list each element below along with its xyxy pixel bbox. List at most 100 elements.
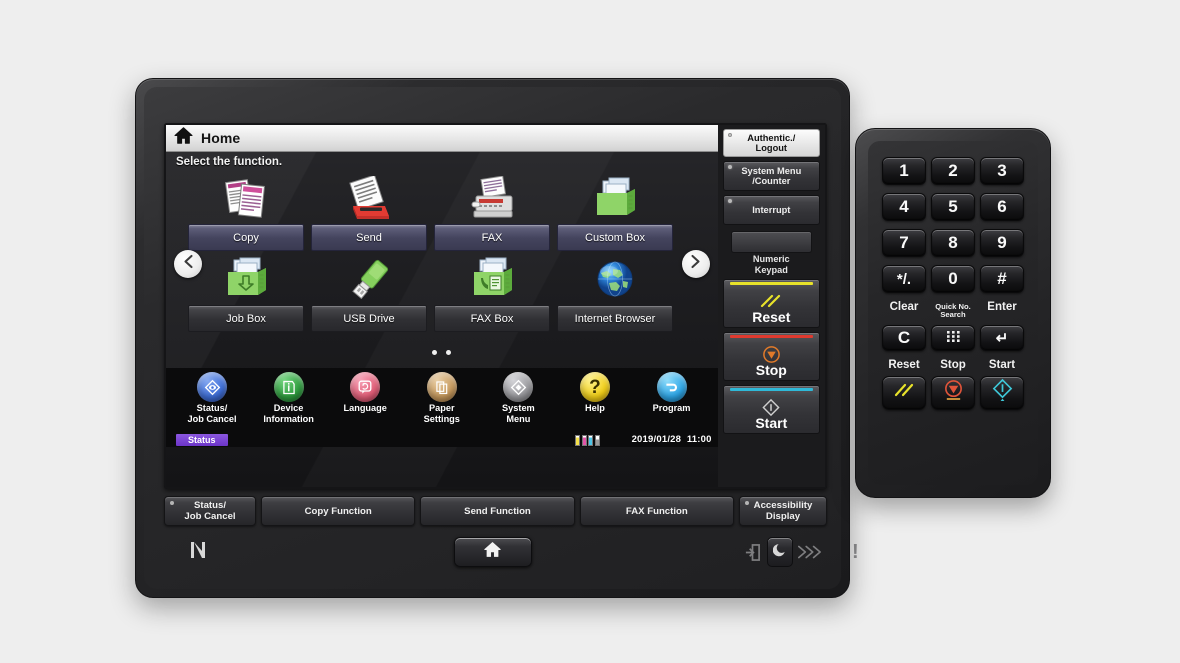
start-key[interactable] <box>980 375 1024 410</box>
key-8[interactable]: 8 <box>931 229 975 257</box>
key-3[interactable]: 3 <box>980 157 1024 185</box>
key-7[interactable]: 7 <box>882 229 926 257</box>
function-tile-job-box[interactable]: Job Box <box>188 253 304 332</box>
shortcut-help[interactable]: ? Help <box>559 372 631 432</box>
function-label: Internet Browser <box>557 305 673 332</box>
key-5[interactable]: 5 <box>931 193 975 221</box>
shortcut-label-line2: Menu <box>506 413 531 424</box>
time-text: 11:00 <box>686 434 712 445</box>
program-arrow-icon <box>656 372 687 402</box>
key-6[interactable]: 6 <box>980 193 1024 221</box>
start-color-bar <box>729 388 813 391</box>
reset-label: Reset <box>752 308 791 325</box>
keypad-captions-bottom: Reset Stop Start <box>882 358 1024 371</box>
double-slash-icon <box>758 292 784 311</box>
home-icon <box>174 127 193 149</box>
shortcut-row: Status/ Job Cancel Device Information La… <box>166 368 718 432</box>
tab-copy-function[interactable]: Copy Function <box>261 496 416 526</box>
next-page-button[interactable] <box>681 250 710 278</box>
function-tile-internet-browser[interactable]: Internet Browser <box>557 253 673 332</box>
reset-key[interactable] <box>882 375 926 410</box>
label-line1: System Menu <box>741 165 802 176</box>
key-hash[interactable]: # <box>980 265 1024 293</box>
key-9[interactable]: 9 <box>980 229 1024 257</box>
tab-fax-function[interactable]: FAX Function <box>579 496 734 526</box>
authentic-logout-label: Authentic./ Logout <box>747 133 795 154</box>
tab-accessibility-display[interactable]: Accessibility Display <box>738 496 827 526</box>
led-indicator <box>727 199 732 203</box>
reset-button[interactable]: Reset <box>722 279 820 328</box>
tab-label: Copy Function <box>304 505 372 517</box>
shortcut-language[interactable]: Language <box>329 372 401 432</box>
function-tile-usb-drive[interactable]: USB Drive <box>311 253 427 332</box>
numeric-keypad-surface: 1 2 3 4 5 6 7 8 9 */. 0 # Clear Quick No… <box>868 141 1038 485</box>
interrupt-label: Interrupt <box>752 204 791 215</box>
function-tile-send[interactable]: Send <box>311 172 427 251</box>
shortcut-device-information[interactable]: Device Information <box>253 372 325 432</box>
prev-page-button[interactable] <box>174 250 202 278</box>
function-tile-fax[interactable]: FAX <box>434 172 550 251</box>
key-0[interactable]: 0 <box>931 265 975 293</box>
stop-triangle-icon <box>762 345 781 364</box>
globe-icon <box>557 253 673 305</box>
toner-black <box>594 435 600 446</box>
home-icon <box>483 541 502 563</box>
numeric-keypad-button[interactable] <box>730 231 812 253</box>
help-question-icon: ? <box>579 372 610 402</box>
shortcut-label-line2: Information <box>263 413 314 424</box>
screenshot-root: Home Select the function. Copy Send FAX … <box>0 0 1180 663</box>
toner-gauge <box>575 435 600 446</box>
green-box-icon <box>557 172 673 224</box>
status-strip: Status 2019/01/28 11:00 <box>166 432 718 447</box>
shortcut-label-line1: Program <box>652 403 691 413</box>
status-diamond-icon <box>197 372 227 402</box>
fax-machine-icon <box>434 172 550 224</box>
home-button[interactable] <box>453 537 532 567</box>
label-line2: /Counter <box>752 176 791 186</box>
key-asterisk[interactable]: */. <box>882 265 926 293</box>
status-badge[interactable]: Status <box>176 433 228 446</box>
shortcut-label-line2: Job Cancel <box>187 413 237 424</box>
start-diamond-icon <box>761 398 781 417</box>
caption-stop: Stop <box>940 358 966 371</box>
function-tile-custom-box[interactable]: Custom Box <box>557 172 673 251</box>
shortcut-program[interactable]: Program <box>636 372 708 432</box>
system-menu-counter-button[interactable]: System Menu /Counter <box>722 161 820 191</box>
interrupt-button[interactable]: Interrupt <box>722 195 820 225</box>
clear-key[interactable]: C <box>882 324 926 351</box>
touchscreen: Home Select the function. Copy Send FAX … <box>166 125 825 487</box>
authentic-logout-button[interactable]: Authentic./ Logout <box>722 129 820 157</box>
shortcut-label-line1: Status/ <box>196 403 228 413</box>
page-title: Home <box>201 130 241 146</box>
quick-no-search-key[interactable] <box>931 324 975 351</box>
stop-button[interactable]: Stop <box>722 332 820 381</box>
shortcut-status-job-cancel[interactable]: Status/ Job Cancel <box>176 372 248 432</box>
tab-send-function[interactable]: Send Function <box>420 496 575 526</box>
device-info-icon <box>273 372 304 402</box>
usb-drive-icon <box>311 253 427 305</box>
start-button[interactable]: Start <box>722 385 820 434</box>
shortcut-label-line1: Help <box>585 403 605 413</box>
shortcut-system-menu[interactable]: System Menu <box>482 372 554 432</box>
stop-key[interactable] <box>931 375 975 410</box>
chevron-right-icon <box>689 254 702 274</box>
page-dot[interactable] <box>446 350 452 355</box>
power-button[interactable] <box>767 537 793 567</box>
function-tile-fax-box[interactable]: FAX Box <box>434 253 550 332</box>
label-line2: Logout <box>755 143 788 153</box>
function-tab-row: Status/ Job Cancel Copy Function Send Fu… <box>164 495 827 527</box>
page-dot[interactable] <box>432 350 438 355</box>
enter-key[interactable]: ↵ <box>980 324 1024 351</box>
key-1[interactable]: 1 <box>882 157 926 185</box>
key-4[interactable]: 4 <box>882 193 926 221</box>
bottom-bezel: ! <box>152 525 859 579</box>
label-line1: Authentic./ <box>747 132 796 143</box>
key-2[interactable]: 2 <box>931 157 975 185</box>
nfc-icon <box>190 541 206 564</box>
label-line2: Job Cancel <box>184 511 236 522</box>
tab-status-job-cancel[interactable]: Status/ Job Cancel <box>164 496 256 526</box>
power-moon-icon <box>772 542 788 562</box>
operation-panel-inner: Home Select the function. Copy Send FAX … <box>144 87 859 589</box>
shortcut-paper-settings[interactable]: Paper Settings <box>406 372 478 432</box>
function-tile-copy[interactable]: Copy <box>188 172 304 251</box>
